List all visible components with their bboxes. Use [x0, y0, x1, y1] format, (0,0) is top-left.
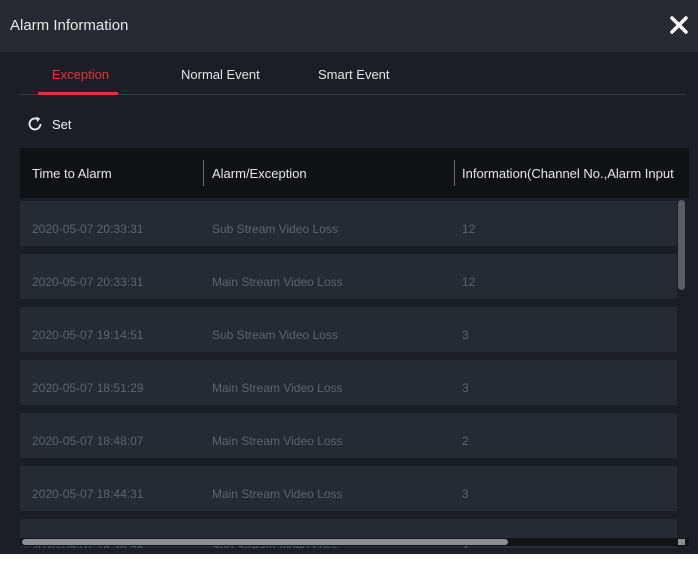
alarm-table: Time to Alarm Alarm/Exception Informatio…: [20, 148, 689, 548]
column-separator[interactable]: [454, 160, 455, 186]
set-button[interactable]: Set: [26, 113, 72, 135]
column-separator[interactable]: [203, 160, 204, 186]
set-label: Set: [52, 116, 72, 132]
cell-time: 2020-05-07 20:33:31: [32, 275, 144, 289]
tab-bar: Exception Normal Event Smart Event: [0, 52, 698, 96]
cell-time: 2020-05-07 20:33:31: [32, 222, 144, 236]
column-header-time[interactable]: Time to Alarm: [32, 166, 112, 181]
cell-information: 12: [462, 275, 476, 289]
cell-information: 3: [462, 381, 469, 395]
cell-time: 2020-05-07 18:44:31: [32, 487, 144, 501]
cell-time: 2020-05-07 18:51:29: [32, 381, 144, 395]
cell-information: 3: [462, 328, 469, 342]
tab-normal-event[interactable]: Normal Event: [181, 67, 260, 82]
table-row[interactable]: 2020-05-07 18:51:29 Main Stream Video Lo…: [20, 360, 677, 411]
refresh-icon: [26, 115, 44, 133]
cell-information: 3: [462, 487, 469, 501]
cell-time: 2020-05-07 19:14:51: [32, 328, 144, 342]
cell-information: 2: [462, 434, 469, 448]
table-row[interactable]: 2020-05-07 20:33:31 Main Stream Video Lo…: [20, 254, 677, 305]
dialog-title: Alarm Information: [10, 17, 129, 34]
table-row[interactable]: 2020-05-07 20:33:31 Sub Stream Video Los…: [20, 201, 677, 252]
cell-time: 2020-05-07 18:48:07: [32, 434, 144, 448]
cell-alarm: Main Stream Video Loss: [212, 381, 343, 395]
table-row[interactable]: 2020-05-07 18:44:31 Main Stream Video Lo…: [20, 466, 677, 517]
tabs-divider: [20, 94, 686, 95]
column-header-information[interactable]: Information(Channel No.,Alarm Input: [462, 166, 674, 181]
close-icon[interactable]: [665, 11, 693, 39]
table-row[interactable]: 2020-05-07 19:14:51 Sub Stream Video Los…: [20, 307, 677, 358]
horizontal-scrollbar-thumb[interactable]: [22, 539, 508, 545]
cell-alarm: Main Stream Video Loss: [212, 434, 343, 448]
title-bar: Alarm Information: [0, 0, 698, 52]
cell-alarm: Sub Stream Video Loss: [212, 222, 338, 236]
table-header: Time to Alarm Alarm/Exception Informatio…: [20, 148, 689, 198]
active-tab-indicator: [38, 92, 118, 95]
alarm-information-dialog: Alarm Information Exception Normal Event…: [0, 0, 698, 554]
cell-information: 12: [462, 222, 476, 236]
tab-smart-event[interactable]: Smart Event: [318, 67, 390, 82]
scrollbar-corner: [678, 539, 685, 545]
column-header-alarm-exception[interactable]: Alarm/Exception: [212, 166, 307, 181]
cell-alarm: Sub Stream Video Loss: [212, 328, 338, 342]
table-row[interactable]: 2020-05-07 18:48:07 Main Stream Video Lo…: [20, 413, 677, 464]
cell-alarm: Main Stream Video Loss: [212, 487, 343, 501]
tab-exception[interactable]: Exception: [52, 67, 109, 82]
vertical-scrollbar[interactable]: [678, 200, 685, 290]
cell-alarm: Main Stream Video Loss: [212, 275, 343, 289]
